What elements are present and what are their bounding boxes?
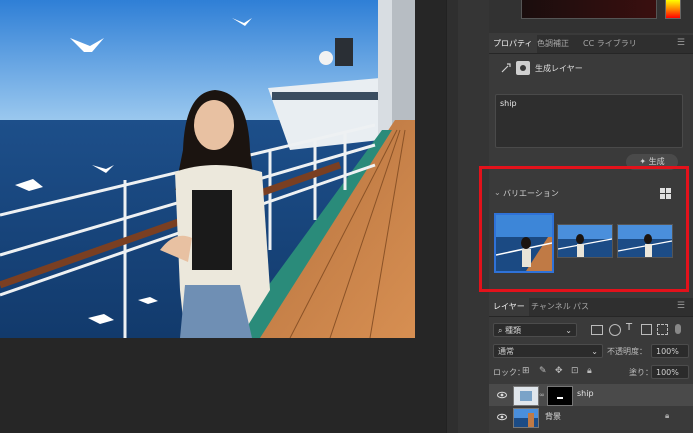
tab-properties[interactable]: プロパティ: [489, 35, 537, 53]
filter-type-icon[interactable]: T: [626, 322, 632, 333]
opacity-field[interactable]: 100%: [651, 344, 689, 358]
panel-dock-gutter: [458, 0, 489, 433]
tab-adjustments[interactable]: 色調補正: [533, 35, 573, 53]
lock-move-icon[interactable]: ✥: [555, 366, 563, 376]
hue-slider[interactable]: [665, 0, 681, 19]
ship-deck-photo: [0, 0, 415, 338]
filter-smart-object-icon[interactable]: [657, 324, 668, 335]
color-field[interactable]: [521, 0, 657, 19]
layer-filter-row: ⌕ 種類 ⌄ T: [489, 321, 693, 339]
layer-type-label: 生成レイヤー: [535, 64, 583, 73]
lock-icon: 🔒︎: [665, 411, 670, 420]
fill-field[interactable]: 100%: [651, 365, 689, 379]
filter-adjustment-icon[interactable]: [609, 324, 621, 336]
grid-view-icon[interactable]: [660, 188, 671, 199]
blend-mode-value: 通常: [498, 347, 514, 356]
generate-button-label: 生成: [648, 157, 665, 166]
visibility-eye-icon[interactable]: [497, 412, 507, 422]
lock-row: ロック： ⊞ ✎ ✥ ⊡ 🔒︎ 塗り： 100%: [489, 363, 693, 381]
layer-name: 背景: [545, 412, 561, 421]
color-picker-strip: [489, 0, 693, 33]
fill-value: 100%: [656, 368, 679, 377]
chevron-down-icon[interactable]: ⌄: [494, 188, 501, 197]
visibility-eye-icon[interactable]: [497, 390, 507, 400]
prompt-text: ship: [500, 99, 517, 108]
layer-thumbnail: [513, 386, 539, 406]
lock-artboard-icon[interactable]: ⊡: [571, 366, 579, 376]
filter-toggle-icon[interactable]: [675, 324, 681, 334]
variation-thumbnail-2[interactable]: [557, 224, 613, 258]
tab-channels[interactable]: チャンネル: [527, 298, 575, 316]
tab-paths[interactable]: パス: [569, 298, 593, 316]
tab-cc-libraries[interactable]: CC ライブラリ: [579, 35, 641, 53]
prompt-input[interactable]: ship: [495, 94, 683, 148]
blend-mode-dropdown[interactable]: 通常 ⌄: [493, 344, 603, 358]
properties-tabbar: プロパティ 色調補正 CC ライブラリ ☰: [489, 35, 693, 54]
layer-type-row: 生成レイヤー: [489, 57, 693, 79]
blend-row: 通常 ⌄ 不透明度： 100%: [489, 342, 693, 360]
layer-name: ship: [577, 389, 594, 398]
layers-tabbar: レイヤー チャンネル パス ☰: [489, 298, 693, 317]
variation-thumbnail-1[interactable]: [494, 213, 554, 273]
lock-label: ロック：: [493, 368, 525, 377]
variation-thumbnail-3[interactable]: [617, 224, 673, 258]
chevron-down-icon: ⌄: [565, 326, 572, 335]
filter-kind-label: 種類: [505, 326, 522, 335]
layer-thumbnail-icon: [516, 61, 530, 75]
layer-row-ship[interactable]: ∞ ship: [489, 384, 693, 406]
panel-menu-icon[interactable]: ☰: [677, 38, 685, 48]
opacity-label: 不透明度：: [607, 347, 647, 356]
layer-thumbnail: [513, 408, 539, 428]
tab-layers[interactable]: レイヤー: [489, 298, 529, 316]
search-icon: ⌕: [498, 326, 506, 335]
lock-all-icon[interactable]: 🔒︎: [587, 366, 592, 376]
sparkle-icon: ✦: [639, 157, 649, 166]
document-canvas[interactable]: [0, 0, 446, 433]
layer-row-background[interactable]: 背景 🔒︎: [489, 406, 693, 428]
filter-pixel-icon[interactable]: [591, 325, 603, 335]
variations-section: ⌄ バリエーション: [489, 176, 693, 284]
filter-kind-dropdown[interactable]: ⌕ 種類 ⌄: [493, 323, 577, 337]
link-icon: ∞: [539, 391, 545, 399]
lock-paint-icon[interactable]: ✎: [539, 366, 547, 376]
variations-title: バリエーション: [503, 189, 559, 198]
generative-layer-icon: [499, 61, 513, 75]
chevron-down-icon: ⌄: [591, 347, 598, 356]
filter-shape-icon[interactable]: [641, 324, 652, 335]
generate-button[interactable]: ✦ 生成: [626, 154, 678, 170]
layers-panel-menu-icon[interactable]: ☰: [677, 301, 685, 311]
opacity-value: 100%: [656, 347, 679, 356]
fill-label: 塗り：: [629, 368, 653, 377]
canvas-image[interactable]: [0, 0, 415, 338]
layer-mask-thumbnail[interactable]: [547, 386, 573, 406]
lock-transparent-icon[interactable]: ⊞: [522, 366, 530, 376]
right-panel: プロパティ 色調補正 CC ライブラリ ☰ 生成レイヤー ship ✦ 生成 ⌄…: [489, 0, 693, 433]
